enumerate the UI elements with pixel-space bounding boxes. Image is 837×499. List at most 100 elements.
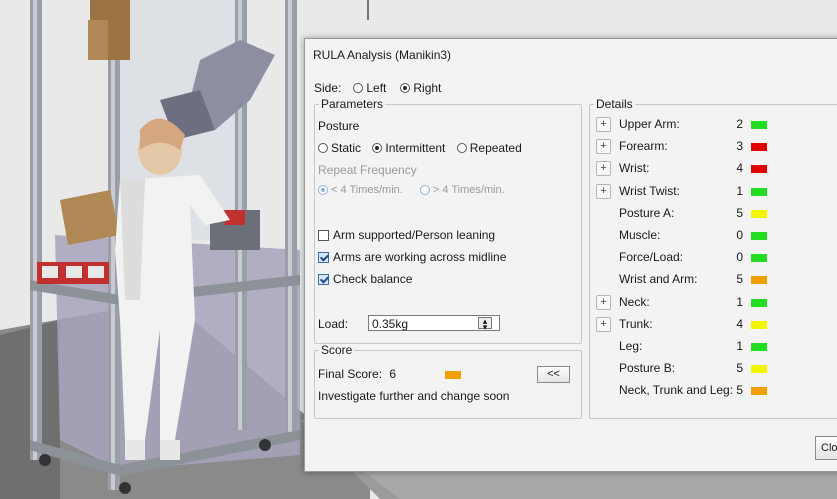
load-label: Load:	[318, 317, 349, 331]
details-row-color-swatch	[751, 320, 767, 329]
details-row: + Wrist Twist: 1	[590, 182, 837, 202]
side-selector: Side: Left Right	[314, 81, 449, 95]
repeat-more-radio[interactable]	[419, 185, 430, 195]
details-row-color-swatch	[751, 343, 767, 351]
posture-repeated-label: Repeated	[469, 141, 522, 155]
details-row-label: Trunk:	[619, 316, 653, 331]
details-row-label: Neck, Trunk and Leg:	[619, 383, 734, 398]
details-row-value: 0	[736, 228, 743, 242]
details-row: Posture B: 5	[590, 359, 837, 379]
details-row: + Upper Arm: 2	[590, 115, 837, 135]
details-row-value: 0	[736, 250, 743, 265]
side-right-radio[interactable]	[400, 83, 411, 93]
details-row-label: Upper Arm:	[619, 117, 680, 131]
final-score-row: Final Score: 6	[318, 367, 396, 381]
posture-intermittent-radio[interactable]	[372, 143, 383, 153]
details-row: + Trunk: 4	[590, 315, 837, 335]
details-row-label: Posture B:	[619, 361, 676, 376]
posture-label: Posture	[318, 119, 360, 133]
final-score-color-swatch	[445, 371, 461, 379]
arms-midline-checkbox-row[interactable]: Arms are working across midline	[318, 250, 506, 264]
details-row-value: 4	[736, 161, 743, 176]
details-row-color-swatch	[751, 232, 767, 240]
details-row: Leg: 1	[590, 337, 837, 357]
details-row-color-swatch	[751, 254, 767, 263]
posture-static-radio[interactable]	[318, 143, 328, 153]
details-group: Details + Upper Arm: 2 + Forearm: 3 + Wrist: 4 + W…	[589, 97, 837, 419]
load-row: Load: 0.35kg ▴ ▾	[318, 315, 508, 334]
arms-midline-checkbox[interactable]	[318, 252, 329, 264]
details-row-label: Forearm:	[619, 139, 668, 154]
load-spinner[interactable]: ▴ ▾	[478, 317, 492, 332]
details-row: + Wrist: 4	[590, 159, 837, 179]
details-row-label: Leg:	[619, 339, 643, 353]
side-left-option[interactable]: Left	[347, 81, 386, 95]
details-row: Force/Load: 0	[590, 248, 837, 268]
repeat-frequency-label: Repeat Frequency	[318, 163, 417, 177]
details-row: + Neck: 1	[590, 293, 837, 313]
details-row-label: Wrist and Arm:	[619, 272, 698, 287]
details-row-label: Muscle:	[619, 228, 661, 242]
parameters-group: Parameters Posture Static Intermittent R…	[314, 97, 582, 344]
score-group: Score Final Score: 6 << Investigate furt…	[314, 343, 582, 419]
collapse-details-button[interactable]: <<	[537, 366, 570, 383]
details-legend: Details	[596, 97, 633, 111]
close-button[interactable]: Close	[815, 436, 837, 460]
check-balance-checkbox[interactable]	[318, 274, 329, 286]
side-right-option[interactable]: Right	[394, 81, 441, 95]
details-row: Muscle: 0	[590, 226, 837, 246]
details-row-value: 4	[736, 316, 743, 331]
details-row-value: 1	[736, 339, 743, 353]
details-row-value: 1	[736, 294, 743, 309]
expand-button[interactable]: +	[596, 294, 611, 310]
expand-button[interactable]: +	[596, 117, 611, 132]
posture-repeated-option[interactable]: Repeated	[456, 141, 522, 155]
details-row-color-swatch	[751, 387, 767, 396]
expand-button[interactable]: +	[596, 161, 611, 177]
posture-static-label: Static	[331, 141, 362, 155]
details-row-color-swatch	[751, 298, 767, 307]
details-row-value: 5	[736, 361, 743, 376]
details-row: Wrist and Arm: 5	[590, 270, 837, 290]
posture-intermittent-label: Intermittent	[385, 141, 446, 155]
score-message: Investigate further and change soon	[318, 389, 510, 403]
posture-options: Static Intermittent Repeated	[318, 141, 530, 156]
rula-analysis-dialog: RULA Analysis (Manikin3) Side: Left Righ…	[304, 38, 837, 472]
repeat-more-label: > 4 Times/min.	[432, 184, 505, 196]
repeat-frequency-options: < 4 Times/min. > 4 Times/min.	[318, 184, 513, 198]
details-row-color-swatch	[751, 165, 767, 174]
final-score-value: 6	[389, 367, 397, 381]
repeat-less-option[interactable]: < 4 Times/min.	[318, 184, 403, 196]
details-row-color-swatch	[751, 209, 767, 218]
repeat-less-label: < 4 Times/min.	[331, 184, 403, 196]
details-row: + Forearm: 3	[590, 137, 837, 157]
expand-button[interactable]: +	[596, 183, 611, 199]
dialog-title: RULA Analysis (Manikin3)	[313, 48, 452, 62]
side-label: Side:	[314, 81, 342, 95]
posture-intermittent-option[interactable]: Intermittent	[372, 141, 445, 155]
arms-midline-label: Arms are working across midline	[333, 250, 507, 264]
expand-button[interactable]: +	[596, 316, 611, 332]
check-balance-label: Check balance	[333, 272, 413, 286]
arm-supported-checkbox[interactable]	[318, 230, 329, 242]
repeat-more-option[interactable]: > 4 Times/min.	[419, 184, 505, 196]
posture-repeated-radio[interactable]	[456, 143, 467, 153]
posture-static-option[interactable]: Static	[318, 141, 361, 155]
side-left-label: Left	[366, 81, 387, 95]
repeat-less-radio[interactable]	[318, 185, 328, 195]
final-score-label: Final Score:	[318, 367, 383, 381]
details-row-color-swatch	[751, 187, 767, 196]
check-balance-checkbox-row[interactable]: Check balance	[318, 272, 412, 286]
details-row-color-swatch	[751, 121, 767, 129]
side-left-radio[interactable]	[353, 83, 364, 93]
details-row-label: Force/Load:	[619, 250, 684, 265]
details-row-value: 5	[736, 205, 743, 220]
details-row-value: 5	[736, 272, 743, 287]
details-row-label: Neck:	[619, 294, 650, 309]
details-row-value: 5	[736, 383, 743, 398]
expand-button[interactable]: +	[596, 139, 611, 155]
arm-supported-checkbox-row[interactable]: Arm supported/Person leaning	[318, 228, 495, 242]
details-row-value: 2	[736, 117, 743, 131]
details-row: Neck, Trunk and Leg: 5	[590, 381, 837, 401]
details-row: Posture A: 5	[590, 204, 837, 224]
